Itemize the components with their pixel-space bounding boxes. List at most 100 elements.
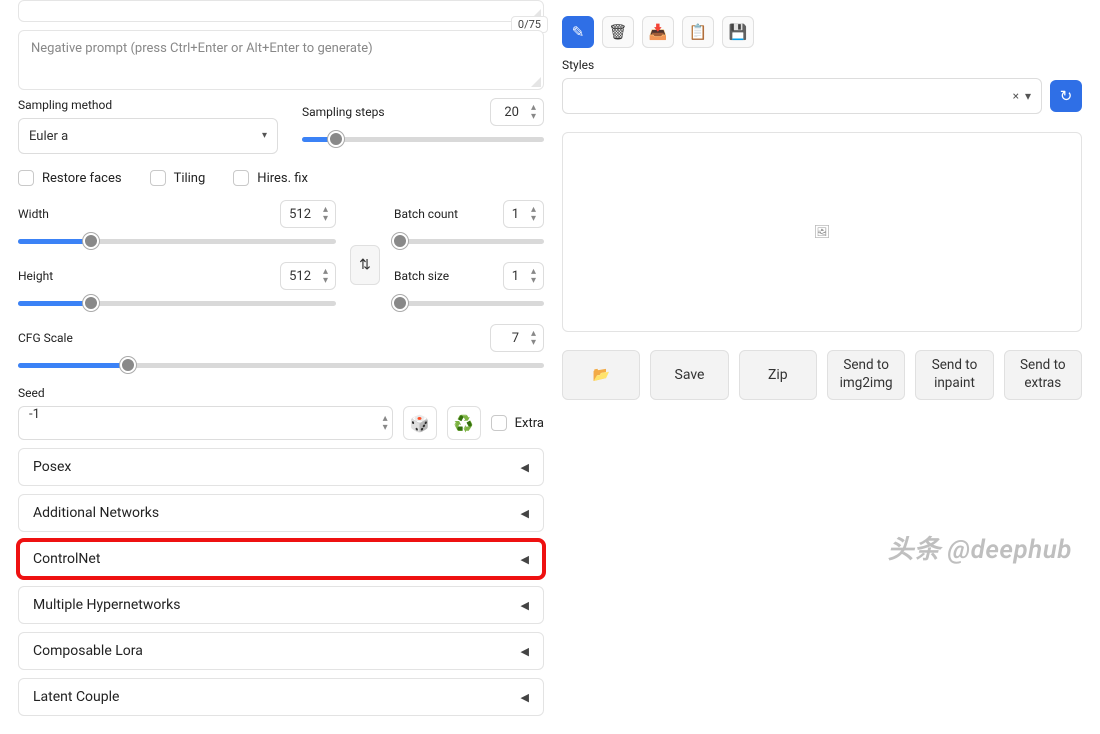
random-seed-button[interactable]: 🎲 <box>403 406 437 440</box>
negative-prompt-input[interactable]: Negative prompt (press Ctrl+Enter or Alt… <box>18 30 544 90</box>
width-slider[interactable] <box>18 234 336 248</box>
brush-icon: ✎ <box>572 23 585 41</box>
batch-size-label: Batch size <box>394 269 449 283</box>
swap-dimensions-button[interactable]: ⇅ <box>350 245 380 285</box>
width-input[interactable]: 512 ▴▾ <box>280 200 336 228</box>
action-buttons: 📂 Save Zip Send to img2img Send to inpai… <box>562 350 1082 400</box>
tiling-label: Tiling <box>174 171 206 186</box>
watermark: 头条 @deephub <box>888 529 1072 566</box>
sampling-method-value: Euler a <box>29 129 68 144</box>
accordion-posex[interactable]: Posex ◀ <box>18 448 544 486</box>
batch-size-value: 1 <box>504 269 527 284</box>
accordion-additional-networks[interactable]: Additional Networks ◀ <box>18 494 544 532</box>
prompt-input[interactable] <box>18 0 544 22</box>
tiling-checkbox[interactable]: Tiling <box>150 170 206 186</box>
spinner-icon[interactable]: ▴▾ <box>319 205 335 223</box>
reuse-seed-button[interactable]: ♻️ <box>447 406 481 440</box>
hires-fix-label: Hires. fix <box>257 171 308 186</box>
accordion-controlnet[interactable]: ControlNet ◀ <box>18 540 544 578</box>
sampling-method-select[interactable]: Euler a ▾ <box>18 118 278 154</box>
spinner-icon[interactable]: ▴▾ <box>527 103 543 121</box>
zip-button[interactable]: Zip <box>739 350 817 400</box>
folder-icon: 📂 <box>592 367 609 383</box>
floppy-icon: 💾 <box>729 23 748 41</box>
send-inpaint-button[interactable]: Send to inpaint <box>915 350 993 400</box>
width-value: 512 <box>281 207 319 222</box>
save-icon-button[interactable]: 💾 <box>722 16 754 48</box>
accordion-multiple-hypernetworks[interactable]: Multiple Hypernetworks ◀ <box>18 586 544 624</box>
accordion-label: Multiple Hypernetworks <box>33 597 180 613</box>
dice-icon: 🎲 <box>410 414 430 433</box>
height-label: Height <box>18 269 53 283</box>
sampling-steps-label: Sampling steps <box>302 105 385 119</box>
spinner-icon[interactable]: ▴▾ <box>527 329 543 347</box>
negative-prompt-placeholder: Negative prompt (press Ctrl+Enter or Alt… <box>31 41 373 56</box>
send-img2img-button[interactable]: Send to img2img <box>827 350 905 400</box>
image-placeholder-icon: 🖼 <box>814 225 831 240</box>
save-button[interactable]: Save <box>650 350 728 400</box>
batch-size-slider[interactable] <box>394 296 544 310</box>
restore-faces-checkbox[interactable]: Restore faces <box>18 170 122 186</box>
clipboard-icon: 📋 <box>689 23 708 41</box>
triangle-left-icon: ◀ <box>521 553 529 566</box>
triangle-left-icon: ◀ <box>521 461 529 474</box>
height-slider[interactable] <box>18 296 336 310</box>
cfg-scale-input[interactable]: 7 ▴▾ <box>490 324 544 352</box>
styles-select[interactable]: × ▾ <box>562 78 1042 114</box>
cfg-scale-slider[interactable] <box>18 358 544 372</box>
trash-icon: 🗑 <box>608 23 627 41</box>
refresh-icon: ↻ <box>1060 87 1073 105</box>
styles-label: Styles <box>562 58 1042 72</box>
recycle-icon: ♻️ <box>454 414 474 433</box>
sampling-steps-input[interactable]: 20 ▴▾ <box>490 98 544 126</box>
sampling-steps-value: 20 <box>491 105 527 120</box>
styles-select-controls[interactable]: × ▾ <box>1013 78 1031 114</box>
spinner-icon[interactable]: ▴▾ <box>527 267 543 285</box>
accordion-label: Posex <box>33 459 71 475</box>
options-row: Restore faces Tiling Hires. fix <box>18 170 544 186</box>
batch-count-input[interactable]: 1 ▴▾ <box>503 200 544 228</box>
extra-checkbox[interactable]: Extra <box>491 415 544 431</box>
height-value: 512 <box>281 269 319 284</box>
cfg-scale-value: 7 <box>491 331 527 346</box>
spinner-icon[interactable]: ▴▾ <box>527 205 543 223</box>
trash-button[interactable]: 🗑 <box>602 16 634 48</box>
triangle-left-icon: ◀ <box>521 691 529 704</box>
open-folder-button[interactable]: 📂 <box>562 350 640 400</box>
accordion-composable-lora[interactable]: Composable Lora ◀ <box>18 632 544 670</box>
batch-count-value: 1 <box>504 207 527 222</box>
extra-label: Extra <box>515 416 544 431</box>
seed-input[interactable]: -1 ▴▾ <box>18 406 393 440</box>
accordion-label: Additional Networks <box>33 505 159 521</box>
clipboard-button[interactable]: 📋 <box>682 16 714 48</box>
sampling-method-label: Sampling method <box>18 98 278 112</box>
accordion-latent-couple[interactable]: Latent Couple ◀ <box>18 678 544 716</box>
refresh-styles-button[interactable]: ↻ <box>1050 80 1082 112</box>
resize-grip-icon <box>531 77 541 87</box>
inbox-icon: 📥 <box>649 23 668 41</box>
restore-faces-label: Restore faces <box>42 171 122 186</box>
width-label: Width <box>18 207 49 221</box>
spinner-icon[interactable]: ▴▾ <box>383 414 388 432</box>
accordion-label: ControlNet <box>33 551 100 567</box>
hires-fix-checkbox[interactable]: Hires. fix <box>233 170 308 186</box>
triangle-left-icon: ◀ <box>521 599 529 612</box>
batch-size-input[interactable]: 1 ▴▾ <box>503 262 544 290</box>
spinner-icon[interactable]: ▴▾ <box>319 267 335 285</box>
sampling-steps-slider[interactable] <box>302 132 544 146</box>
output-preview: 🖼 <box>562 132 1082 332</box>
seed-value: -1 <box>29 407 40 422</box>
swap-icon: ⇅ <box>359 257 371 273</box>
seed-label: Seed <box>18 386 544 400</box>
triangle-left-icon: ◀ <box>521 507 529 520</box>
send-extras-button[interactable]: Send to extras <box>1004 350 1082 400</box>
batch-count-slider[interactable] <box>394 234 544 248</box>
inbox-button[interactable]: 📥 <box>642 16 674 48</box>
height-input[interactable]: 512 ▴▾ <box>280 262 336 290</box>
triangle-left-icon: ◀ <box>521 645 529 658</box>
accordion-label: Composable Lora <box>33 643 143 659</box>
brush-button[interactable]: ✎ <box>562 16 594 48</box>
top-icon-row: ✎ 🗑 📥 📋 💾 <box>562 16 1082 48</box>
accordion-label: Latent Couple <box>33 689 119 705</box>
chevron-down-icon: ▾ <box>262 118 267 154</box>
